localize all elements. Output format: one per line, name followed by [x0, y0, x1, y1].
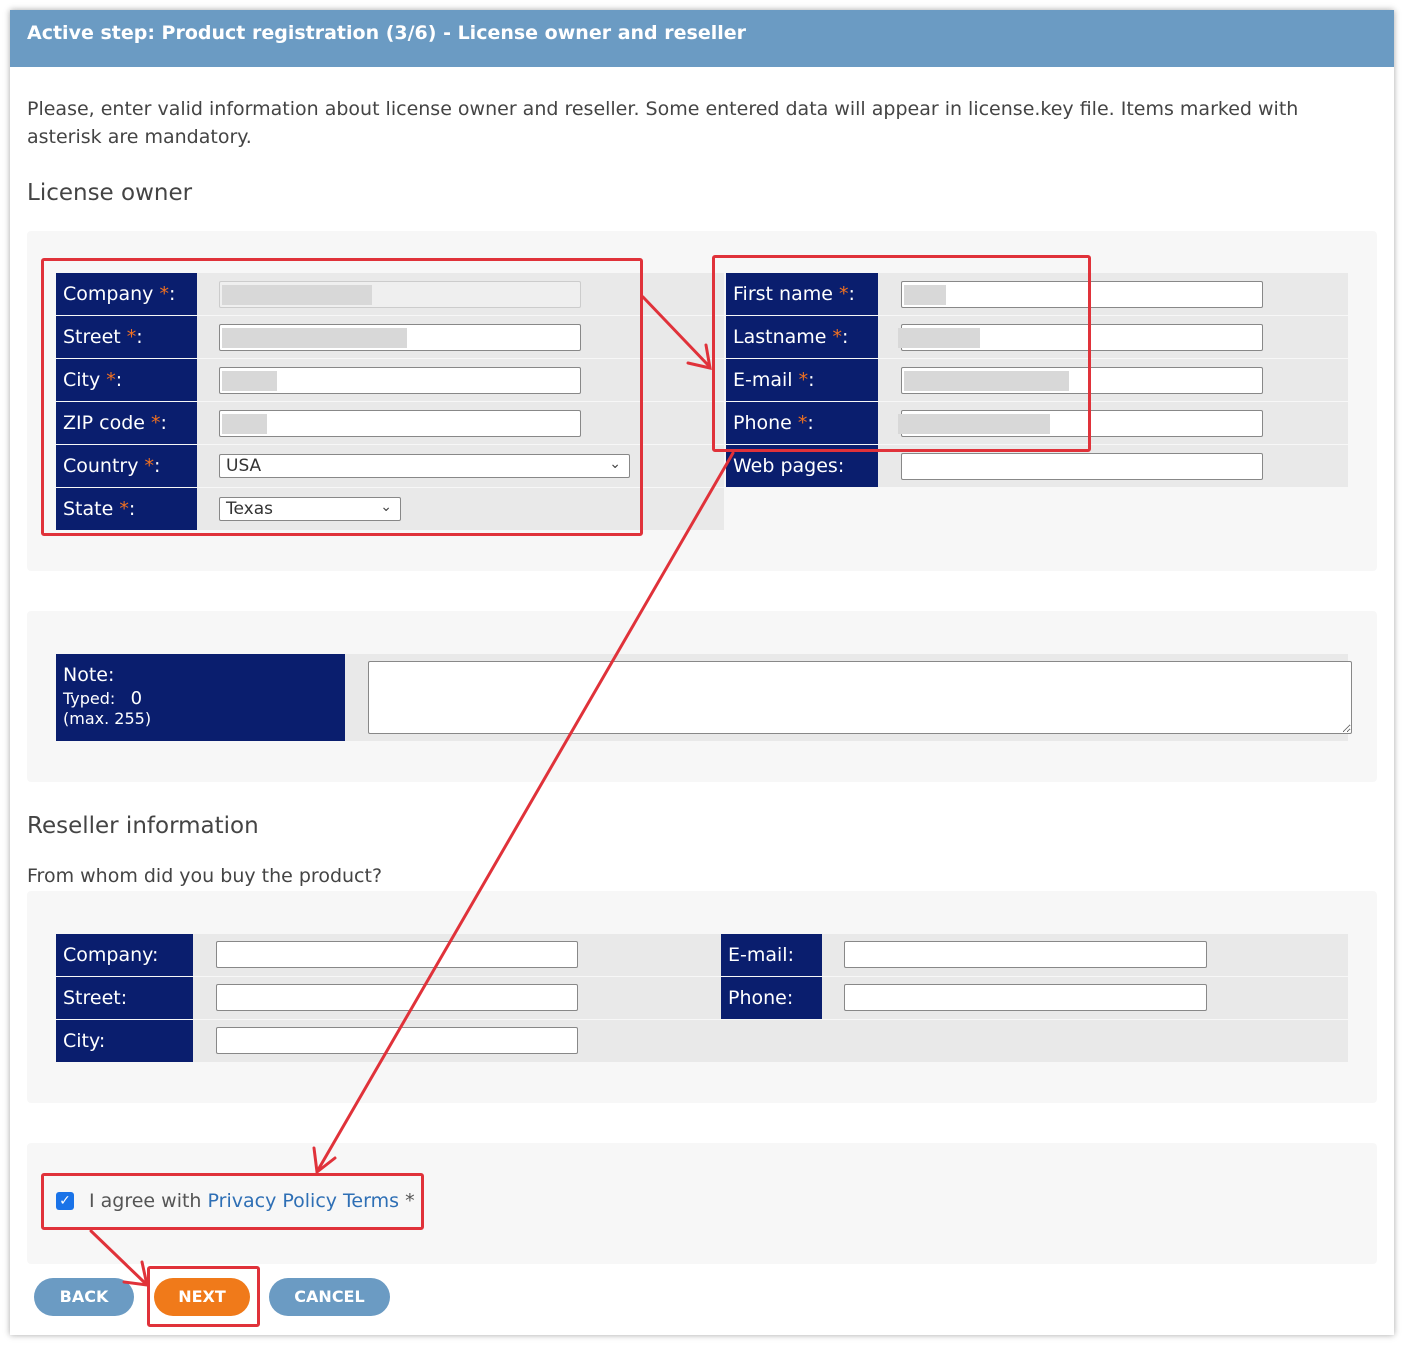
note-max: (max. 255) [63, 709, 152, 728]
web-pages-input[interactable] [901, 453, 1263, 480]
note-label: Note: [63, 664, 115, 686]
reseller-city-label: City: [56, 1020, 193, 1062]
intro-text: Please, enter valid information about li… [27, 98, 1299, 148]
reseller-email-input[interactable] [844, 941, 1207, 968]
license-owner-title: License owner [27, 180, 193, 206]
reseller-email-label: E-mail: [721, 934, 822, 976]
note-label-cell: Note: Typed: 0 (max. 255) [56, 654, 345, 741]
reseller-company-input[interactable] [216, 941, 578, 968]
back-button[interactable]: BACK [34, 1278, 134, 1316]
reseller-question: From whom did you buy the product? [27, 865, 383, 887]
cancel-button[interactable]: CANCEL [269, 1278, 390, 1316]
step-title: Active step: Product registration (3/6) … [27, 22, 746, 44]
note-textarea[interactable] [368, 661, 1352, 734]
annotation-box-contact [712, 255, 1091, 452]
annotation-box-address [41, 258, 643, 536]
step-header: Active step: Product registration (3/6) … [10, 10, 1394, 67]
reseller-company-label: Company: [56, 934, 193, 976]
reseller-title: Reseller information [27, 813, 259, 839]
reseller-phone-input[interactable] [844, 984, 1207, 1011]
note-typed: Typed: 0 [63, 688, 143, 709]
reseller-city-input[interactable] [216, 1027, 578, 1054]
reseller-phone-label: Phone: [721, 977, 822, 1019]
annotation-box-next [147, 1266, 260, 1327]
reseller-street-input[interactable] [216, 984, 578, 1011]
reseller-street-label: Street: [56, 977, 193, 1019]
annotation-box-agree [41, 1173, 424, 1230]
